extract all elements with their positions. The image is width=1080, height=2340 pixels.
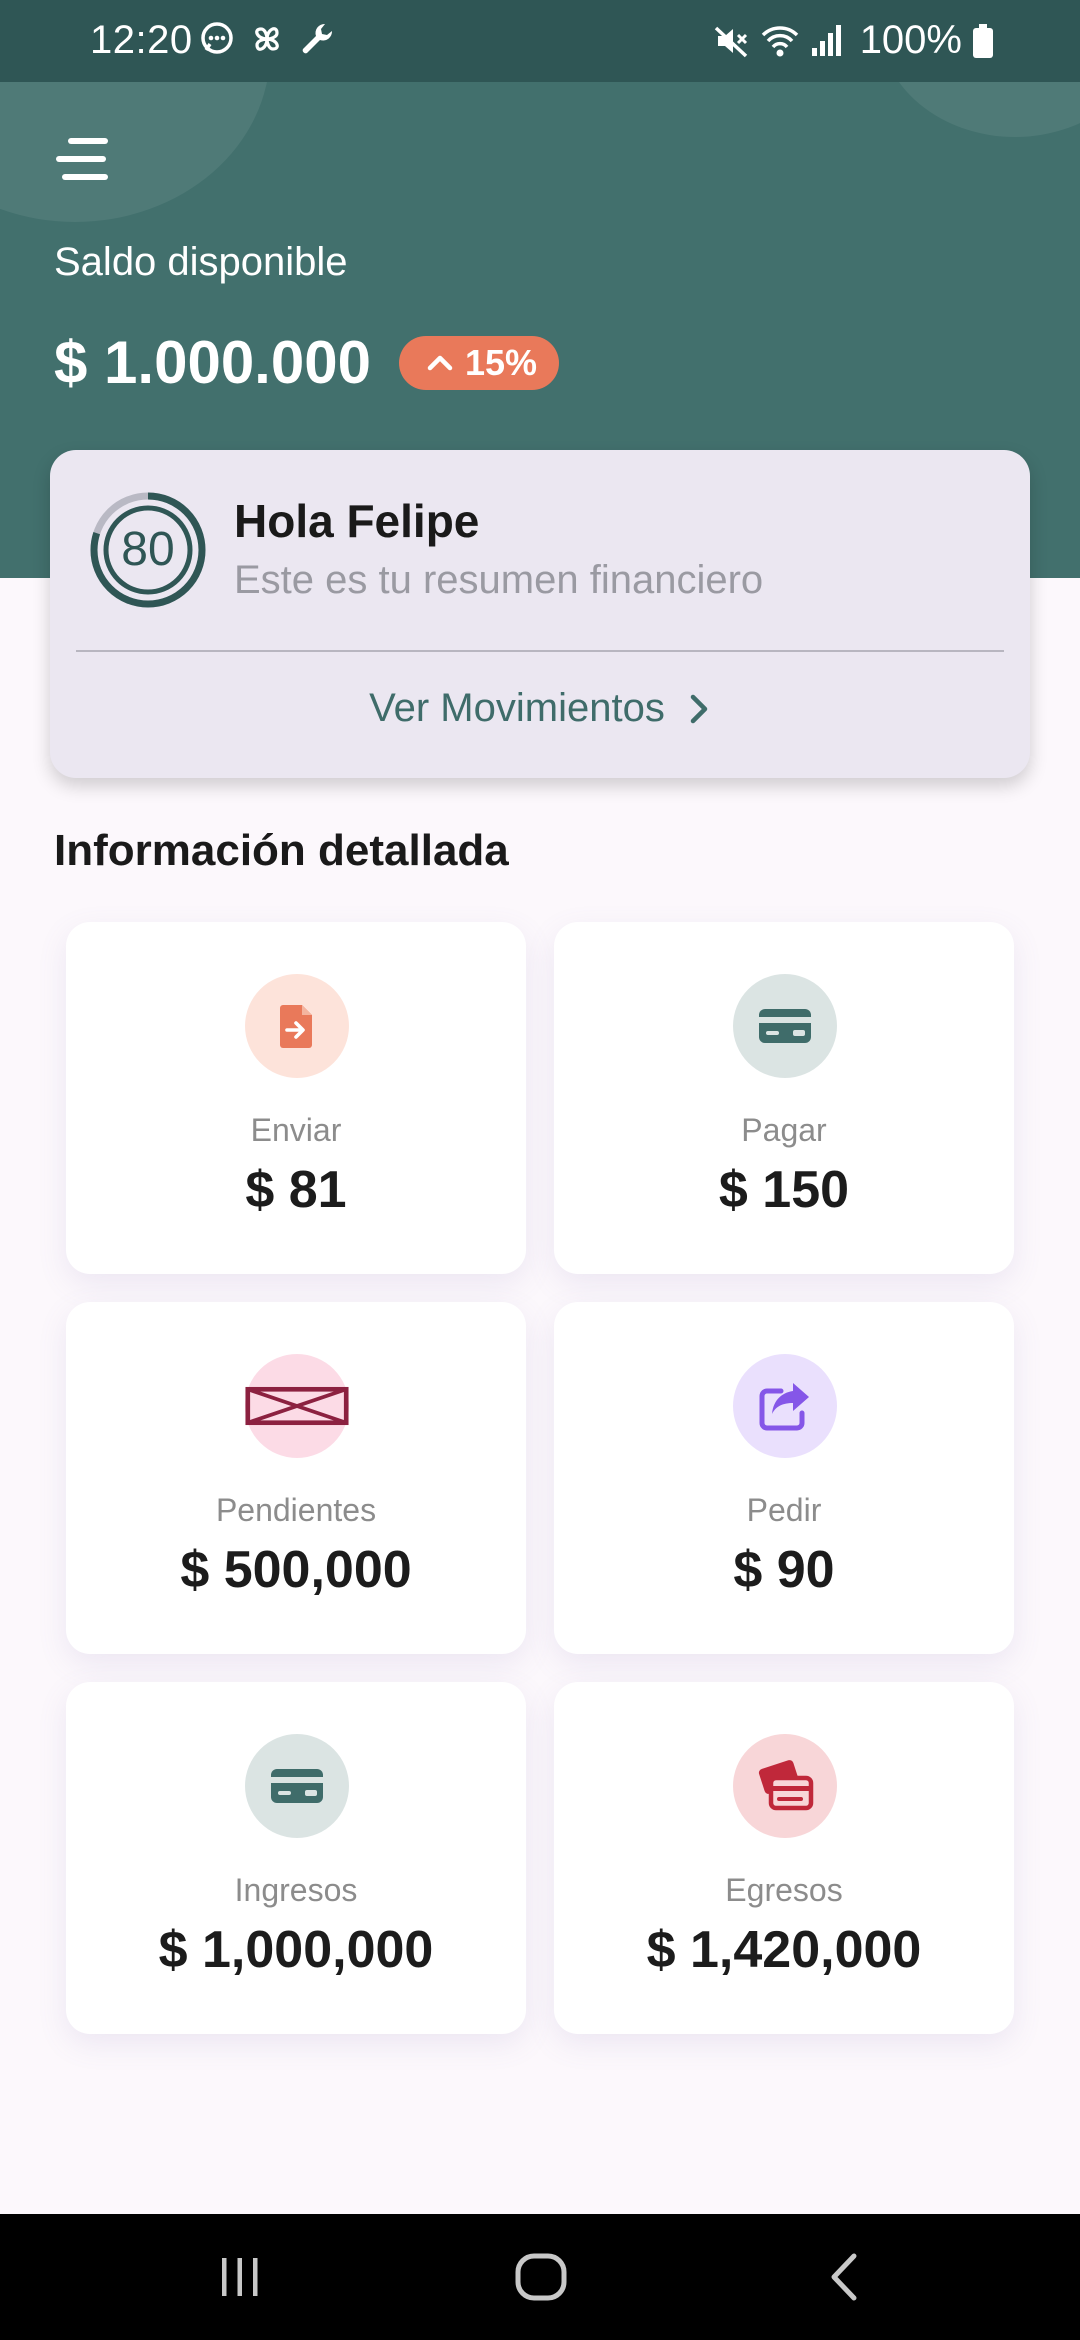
app-screen: 12:20 100% Saldo disponible $ 1.000.000 … <box>0 0 1080 2340</box>
mute-icon <box>714 26 747 57</box>
tile-pagar[interactable]: Pagar $ 150 <box>554 922 1014 1274</box>
divider <box>76 650 1004 652</box>
tile-icon-circle <box>733 1354 837 1458</box>
share-icon <box>759 1383 809 1431</box>
back-button[interactable] <box>816 2244 872 2310</box>
decorative-circle <box>0 82 270 222</box>
chevron-right-icon <box>690 694 708 723</box>
battery-icon <box>973 23 993 58</box>
credit-card-icon <box>271 1769 323 1803</box>
chevron-up-icon <box>427 355 453 370</box>
tile-icon-circle <box>245 974 349 1078</box>
tile-icon-circle <box>733 974 837 1078</box>
status-time: 12:20 <box>90 18 193 62</box>
menu-icon[interactable] <box>56 134 112 184</box>
wrench-icon <box>302 23 333 54</box>
tile-pedir[interactable]: Pedir $ 90 <box>554 1302 1014 1654</box>
section-title: Información detallada <box>54 826 509 875</box>
chat-icon <box>201 22 233 54</box>
tile-value: $ 500,000 <box>180 1541 412 1599</box>
tile-label: Ingresos <box>234 1872 358 1908</box>
greeting: Hola Felipe <box>234 495 480 547</box>
tile-label: Pedir <box>746 1492 822 1528</box>
back-icon <box>831 2253 857 2301</box>
tile-value: $ 81 <box>245 1161 347 1219</box>
cards-icon <box>758 1760 814 1811</box>
tile-icon-circle <box>245 1734 349 1838</box>
home-button[interactable] <box>506 2244 576 2310</box>
tile-egresos[interactable]: Egresos $ 1,420,000 <box>554 1682 1014 2034</box>
recent-apps-button[interactable] <box>208 2244 272 2310</box>
balance-amount: $ 1.000.000 <box>54 329 371 396</box>
change-badge: 15% <box>398 335 560 390</box>
tile-label: Enviar <box>250 1112 342 1148</box>
tile-label: Pagar <box>741 1112 827 1148</box>
tile-value: $ 90 <box>733 1541 835 1599</box>
score-value: 80 <box>121 523 175 576</box>
wifi-icon <box>761 25 798 56</box>
recent-apps-icon <box>222 2258 258 2296</box>
tile-label: Pendientes <box>215 1492 377 1528</box>
tile-label: Egresos <box>725 1872 843 1908</box>
tile-value: $ 150 <box>718 1161 850 1219</box>
status-notification-icons <box>198 20 336 58</box>
tile-icon-circle <box>733 1734 837 1838</box>
balance-row: $ 1.000.000 15% <box>54 328 560 397</box>
tile-value: $ 1,000,000 <box>158 1921 434 1979</box>
tile-enviar[interactable]: Enviar $ 81 <box>66 922 526 1274</box>
broken-image-icon <box>245 1386 349 1426</box>
status-bar: 12:20 100% <box>0 0 1080 82</box>
summary-card: 80 Hola Felipe Este es tu resumen financ… <box>50 450 1030 778</box>
decorative-circle <box>880 82 1080 137</box>
tile-ingresos[interactable]: Ingresos $ 1,000,000 <box>66 1682 526 2034</box>
summary-subtitle: Este es tu resumen financiero <box>234 558 764 602</box>
battery-percentage: 100% <box>859 18 962 62</box>
view-movements-link[interactable]: Ver Movimientos <box>50 686 1030 731</box>
credit-card-icon <box>759 1009 811 1043</box>
balance-label: Saldo disponible <box>54 240 348 284</box>
tile-pendientes[interactable]: Pendientes $ 500,000 <box>66 1302 526 1654</box>
tile-icon-circle <box>245 1354 349 1458</box>
system-nav-bar <box>0 2214 1080 2340</box>
change-value: 15% <box>464 341 538 383</box>
send-document-icon <box>280 1005 312 1048</box>
tile-value: $ 1,420,000 <box>646 1921 922 1979</box>
status-system-icons: 100% <box>712 18 994 63</box>
view-movements-label: Ver Movimientos <box>369 686 665 730</box>
home-icon <box>515 2253 567 2301</box>
signal-icon <box>811 24 841 56</box>
pinwheel-icon <box>255 27 279 51</box>
